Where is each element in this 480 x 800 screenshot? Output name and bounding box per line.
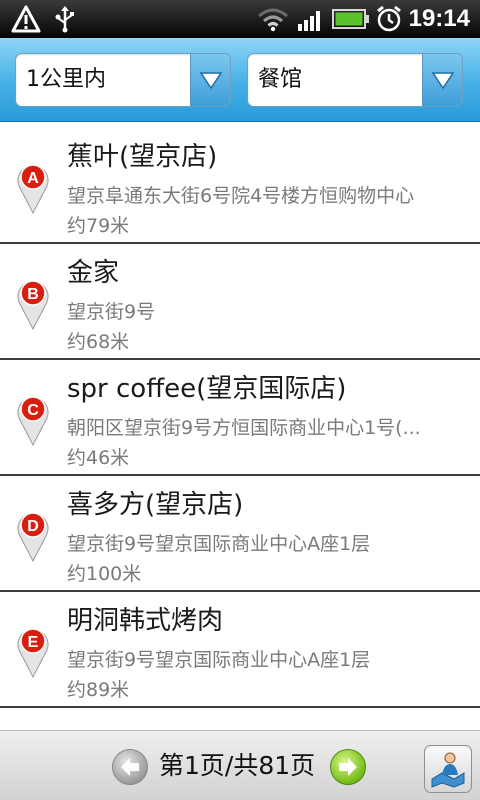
map-marker-icon: E bbox=[16, 624, 50, 679]
place-distance: 约46米 bbox=[67, 447, 130, 469]
place-address: 望京阜通东大街6号院4号楼方恒购物中心 bbox=[67, 185, 415, 207]
svg-text:B: B bbox=[27, 286, 39, 303]
map-view-button[interactable] bbox=[424, 745, 472, 793]
place-name: 明洞韩式烤肉 bbox=[67, 606, 224, 636]
place-distance: 约89米 bbox=[67, 679, 130, 701]
usb-icon bbox=[52, 4, 78, 34]
filter-bar: 1公里内 餐馆 bbox=[0, 38, 480, 122]
place-address: 望京街9号望京国际商业中心A座1层 bbox=[67, 533, 371, 555]
status-time: 19:14 bbox=[408, 5, 470, 32]
place-name: spr coffee(望京国际店) bbox=[67, 374, 347, 404]
map-marker-icon: D bbox=[16, 508, 50, 563]
list-item[interactable]: D 喜多方(望京店) 望京街9号望京国际商业中心A座1层 约100米 bbox=[0, 476, 480, 592]
list-item[interactable]: E 明洞韩式烤肉 望京街9号望京国际商业中心A座1层 约89米 bbox=[0, 592, 480, 708]
distance-dropdown-value: 1公里内 bbox=[26, 67, 106, 92]
place-distance: 约100米 bbox=[67, 563, 142, 585]
map-marker-icon: C bbox=[16, 392, 50, 447]
list-item[interactable]: A 蕉叶(望京店) 望京阜通东大街6号院4号楼方恒购物中心 约79米 bbox=[0, 128, 480, 244]
place-distance: 约79米 bbox=[67, 215, 130, 237]
chevron-down-icon[interactable] bbox=[422, 54, 462, 106]
place-name: 蕉叶(望京店) bbox=[67, 142, 218, 172]
map-person-icon bbox=[431, 752, 465, 788]
list-item[interactable]: C spr coffee(望京国际店) 朝阳区望京街9号方恒国际商业中心1号(.… bbox=[0, 360, 480, 476]
svg-text:A: A bbox=[27, 170, 39, 187]
results-list: A 蕉叶(望京店) 望京阜通东大街6号院4号楼方恒购物中心 约79米 B 金家 … bbox=[0, 128, 480, 708]
list-item[interactable]: B 金家 望京街9号 约68米 bbox=[0, 244, 480, 360]
battery-icon bbox=[332, 4, 370, 34]
place-address: 朝阳区望京街9号方恒国际商业中心1号(... bbox=[67, 417, 421, 439]
wifi-icon bbox=[256, 4, 290, 34]
place-name: 喜多方(望京店) bbox=[67, 490, 244, 520]
svg-text:E: E bbox=[28, 634, 39, 651]
place-address: 望京街9号 bbox=[67, 301, 156, 323]
place-address: 望京街9号望京国际商业中心A座1层 bbox=[67, 649, 371, 671]
category-dropdown-value: 餐馆 bbox=[258, 67, 303, 92]
svg-text:C: C bbox=[27, 402, 39, 419]
map-marker-icon: A bbox=[16, 160, 50, 215]
category-dropdown[interactable]: 餐馆 bbox=[247, 53, 463, 107]
alarm-icon bbox=[374, 4, 404, 34]
place-name: 金家 bbox=[67, 258, 120, 288]
warning-icon bbox=[10, 4, 42, 34]
arrow-left-icon[interactable] bbox=[112, 749, 148, 785]
status-bar: 19:14 bbox=[0, 0, 480, 38]
pagination-bar: 第1页/共81页 bbox=[0, 730, 480, 800]
chevron-down-icon[interactable] bbox=[190, 54, 230, 106]
place-distance: 约68米 bbox=[67, 331, 130, 353]
signal-icon bbox=[296, 4, 326, 34]
map-marker-icon: B bbox=[16, 276, 50, 331]
distance-dropdown[interactable]: 1公里内 bbox=[15, 53, 231, 107]
page-indicator: 第1页/共81页 bbox=[159, 751, 316, 780]
svg-text:D: D bbox=[27, 518, 39, 535]
arrow-right-icon[interactable] bbox=[330, 749, 366, 785]
